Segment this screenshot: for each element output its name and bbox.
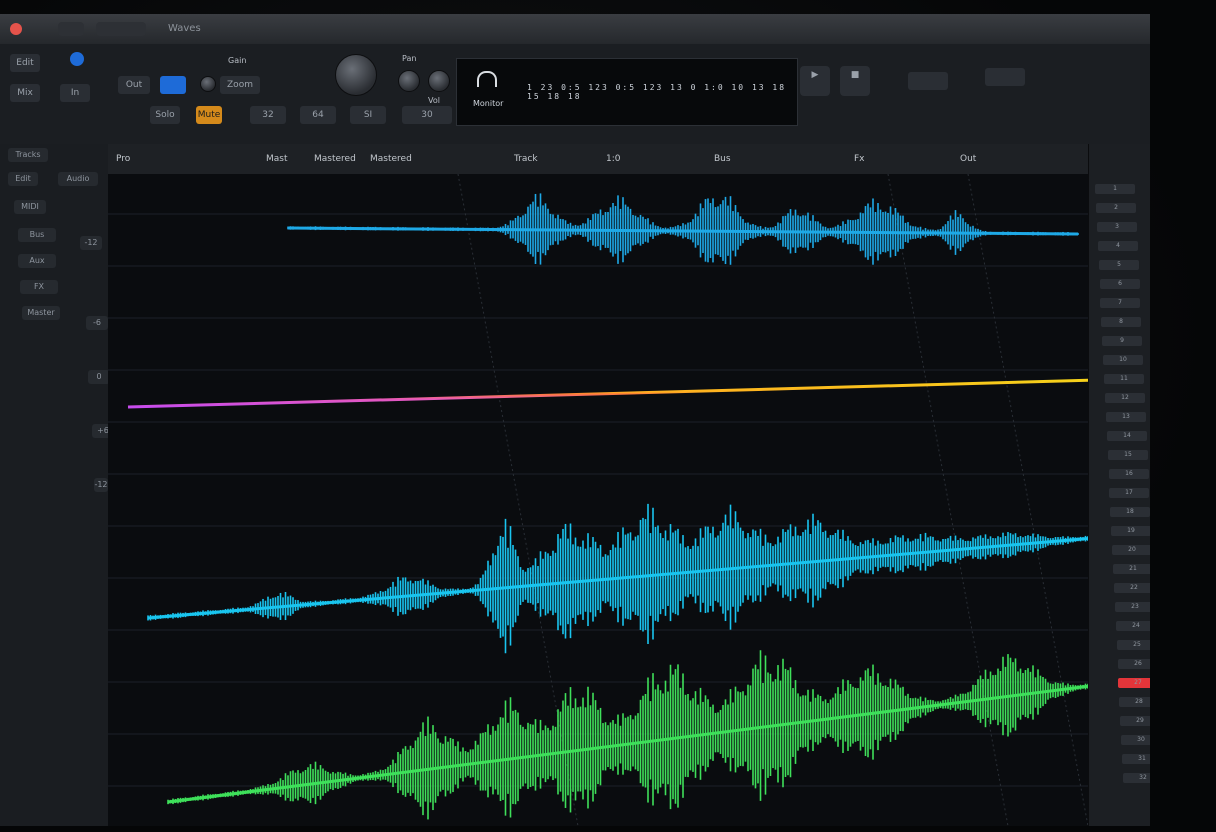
- pan-label: Pan: [402, 54, 417, 63]
- right-panel: 1 2 3 4 5 6 7 8 9 10 11 12 13 14 15 16 17 18 19 20 21 22 23 24 2…: [1088, 144, 1150, 826]
- left-panel: Tracks Edit Audio MIDI Bus Aux FX Master…: [0, 144, 114, 826]
- ruler-label: Bus: [714, 154, 731, 164]
- track-area[interactable]: [108, 173, 1139, 826]
- channel-button[interactable]: 31: [1122, 754, 1150, 764]
- channel-button[interactable]: 15: [1108, 450, 1148, 460]
- left-panel-item[interactable]: MIDI: [14, 200, 46, 214]
- out-button[interactable]: Out: [118, 76, 150, 94]
- mute-button[interactable]: Mute: [196, 106, 222, 124]
- track-level-label: 0: [88, 370, 110, 384]
- channel-button[interactable]: 24: [1116, 621, 1150, 631]
- timeline-ruler[interactable]: Pro Mast Mastered Mastered Track 1:0 Bus…: [108, 144, 1088, 175]
- window-title: Waves: [168, 23, 201, 34]
- channel-button[interactable]: 4: [1098, 241, 1138, 251]
- gain-label: Gain: [228, 56, 247, 65]
- channel-button[interactable]: 29: [1120, 716, 1150, 726]
- tab-pill[interactable]: [58, 22, 84, 36]
- ruler-label: Track: [514, 154, 538, 164]
- pan-knob[interactable]: [398, 70, 420, 92]
- timecode-readout: 1 23 0:5 123 0:5 123 13 0 1:0 10 13 18 1…: [527, 83, 787, 101]
- headphone-icon[interactable]: [477, 71, 497, 87]
- left-panel-item[interactable]: FX: [20, 280, 58, 294]
- channel-button[interactable]: 22: [1114, 583, 1150, 593]
- readout-left: 32: [250, 106, 286, 124]
- channel-button[interactable]: 25: [1117, 640, 1150, 650]
- left-panel-item[interactable]: Master: [22, 306, 60, 320]
- vol-knob[interactable]: [428, 70, 450, 92]
- vol-label: Vol: [428, 96, 440, 105]
- channel-button[interactable]: 9: [1102, 336, 1142, 346]
- marker-line: [967, 173, 1089, 826]
- edit-button[interactable]: Edit: [10, 54, 40, 72]
- readout-right: 30: [402, 106, 452, 124]
- channel-button[interactable]: 18: [1110, 507, 1150, 517]
- ruler-label: Fx: [854, 154, 865, 164]
- channel-button[interactable]: 1: [1095, 184, 1135, 194]
- stop-icon[interactable]: ■: [840, 66, 870, 96]
- track-level-label: -12: [80, 236, 102, 250]
- gain-knob[interactable]: [200, 76, 216, 92]
- close-icon[interactable]: [10, 23, 22, 35]
- waveform-track-4[interactable]: [167, 650, 1139, 820]
- waveform-canvas[interactable]: [108, 173, 1139, 826]
- waveform-track-1[interactable]: [287, 193, 1079, 265]
- zoom-button[interactable]: Zoom: [220, 76, 260, 94]
- ruler-label: Mast: [266, 154, 288, 164]
- channel-button[interactable]: 7: [1100, 298, 1140, 308]
- channel-button[interactable]: 19: [1111, 526, 1150, 536]
- master-volume-knob[interactable]: [335, 54, 377, 96]
- ruler-label: Pro: [116, 154, 131, 164]
- waveform-track-2[interactable]: [127, 299, 1099, 483]
- left-panel-item[interactable]: Aux: [18, 254, 56, 268]
- left-panel-item[interactable]: Bus: [18, 228, 56, 242]
- marker-line: [887, 173, 1009, 826]
- channel-button[interactable]: 20: [1112, 545, 1150, 555]
- monitor-label: Monitor: [473, 99, 504, 108]
- channel-button[interactable]: 12: [1105, 393, 1145, 403]
- track-level-label: -12: [94, 478, 108, 492]
- left-panel-item[interactable]: Audio: [58, 172, 98, 186]
- title-bar: Waves: [0, 14, 1150, 45]
- channel-button[interactable]: 2: [1096, 203, 1136, 213]
- loop-toggle[interactable]: [160, 76, 186, 94]
- channel-button[interactable]: 28: [1119, 697, 1150, 707]
- track-level-label: -6: [86, 316, 108, 330]
- play-icon[interactable]: ▶: [800, 66, 830, 96]
- options-button[interactable]: [908, 72, 948, 90]
- channel-button[interactable]: 6: [1100, 279, 1140, 289]
- channel-button[interactable]: 8: [1101, 317, 1141, 327]
- channel-button[interactable]: 17: [1109, 488, 1149, 498]
- left-panel-item[interactable]: Tracks: [8, 148, 48, 162]
- channel-button[interactable]: 21: [1113, 564, 1150, 574]
- ruler-label: Mastered: [370, 154, 412, 164]
- channel-button[interactable]: 5: [1099, 260, 1139, 270]
- channel-button[interactable]: 27: [1118, 678, 1150, 688]
- ruler-label: Mastered: [314, 154, 356, 164]
- ruler-label: Out: [960, 154, 977, 164]
- settings-button[interactable]: [985, 68, 1025, 86]
- channel-button[interactable]: 23: [1115, 602, 1150, 612]
- channel-button[interactable]: 11: [1104, 374, 1144, 384]
- tab-pill[interactable]: [96, 22, 146, 36]
- channel-button[interactable]: 14: [1107, 431, 1147, 441]
- channel-button[interactable]: 26: [1118, 659, 1150, 669]
- left-panel-item[interactable]: Edit: [8, 172, 38, 186]
- channel-button[interactable]: 16: [1109, 469, 1149, 479]
- daw-window: Waves Edit Mix In Out Zoom Solo Mute 32 …: [0, 14, 1150, 826]
- ruler-label: 1:0: [606, 154, 621, 164]
- channel-button[interactable]: 13: [1106, 412, 1146, 422]
- channel-button[interactable]: 30: [1121, 735, 1150, 745]
- readout-mid: 64: [300, 106, 336, 124]
- channel-button[interactable]: 3: [1097, 222, 1137, 232]
- channel-button[interactable]: 32: [1123, 773, 1150, 783]
- solo-button[interactable]: Solo: [150, 106, 180, 124]
- record-arm-icon[interactable]: [70, 52, 84, 66]
- readout-si: SI: [350, 106, 386, 124]
- in-button[interactable]: In: [60, 84, 90, 102]
- mix-button[interactable]: Mix: [10, 84, 40, 102]
- time-display: Monitor 1 23 0:5 123 0:5 123 13 0 1:0 10…: [456, 58, 798, 126]
- channel-button[interactable]: 10: [1103, 355, 1143, 365]
